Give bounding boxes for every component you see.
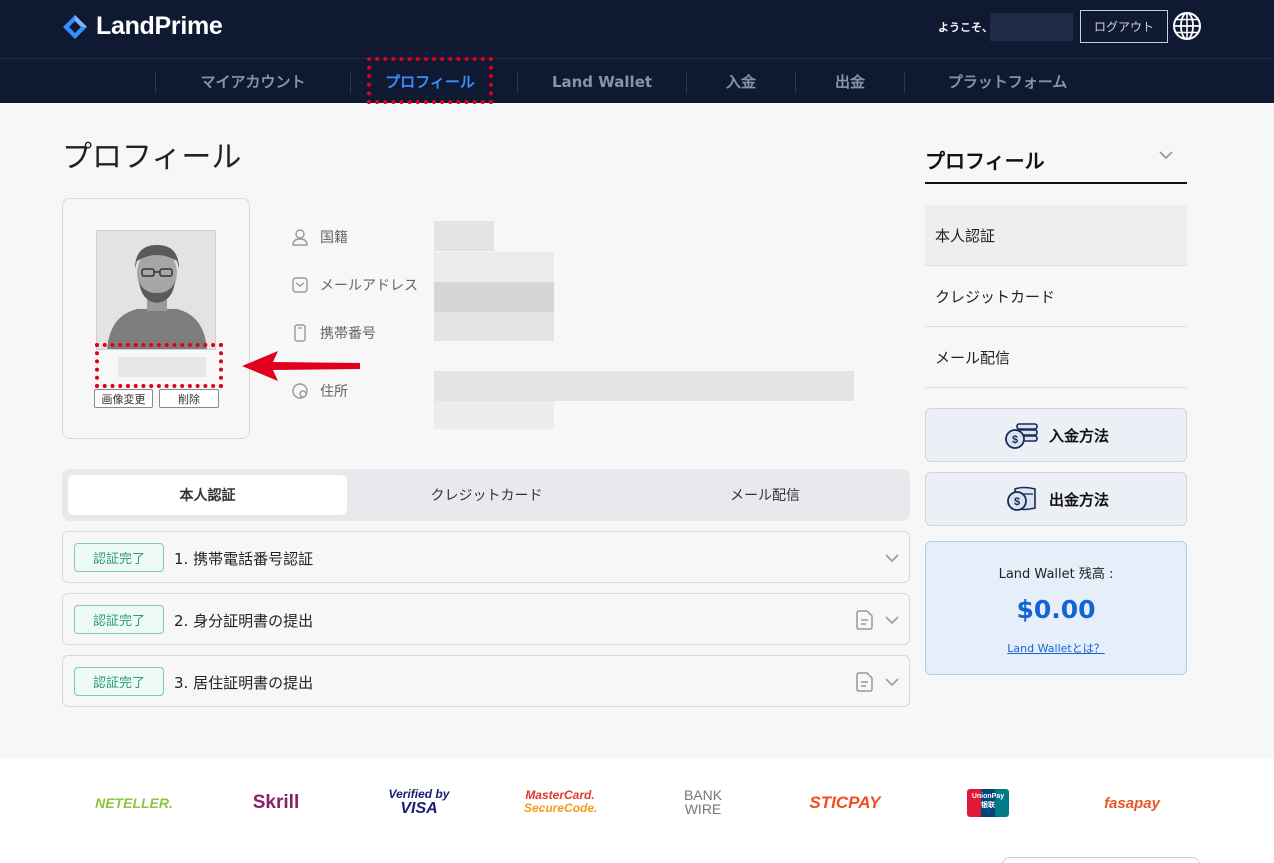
chevron-down-icon[interactable]: [884, 674, 900, 690]
sidebar-item-identity[interactable]: 本人認証: [925, 205, 1187, 266]
brand-logo[interactable]: LandPrime: [62, 12, 223, 41]
nav-platform[interactable]: プラットフォーム: [905, 59, 1110, 104]
person-icon: [292, 229, 308, 246]
bank-wire-logo: BANK WIRE: [676, 788, 730, 816]
wallet-coin-icon: $: [1007, 486, 1036, 511]
unionpay-logo: UnionPay 银联: [967, 789, 1009, 817]
sidebar-item-credit-card[interactable]: クレジットカード: [925, 266, 1187, 327]
sidebar-divider: [925, 182, 1187, 184]
email-row: メールアドレス: [290, 275, 418, 295]
neteller-logo: NETELLER.: [95, 795, 173, 811]
avatar: [96, 230, 216, 350]
nav-withdraw[interactable]: 出金: [796, 59, 904, 104]
securecode-text: SecureCode.: [524, 801, 598, 815]
verification-tabs: 本人認証 クレジットカード メール配信: [62, 469, 910, 521]
location-icon: [292, 383, 308, 399]
tab-mail-delivery[interactable]: メール配信: [626, 475, 904, 515]
top-header: LandPrime ようこそ、 ログアウト: [0, 0, 1274, 58]
unionpay-latin: UnionPay: [971, 793, 1005, 800]
deposit-method-label: 入金方法: [1048, 426, 1109, 445]
address-row: 住所: [290, 381, 348, 401]
skrill-logo: Skrill: [252, 792, 300, 813]
welcome-text: ようこそ、: [938, 21, 993, 34]
verified-by-visa-logo: Verified by VISA: [384, 788, 454, 817]
email-value-redacted: [434, 252, 554, 282]
mail-icon: [292, 277, 308, 293]
verification-row-phone[interactable]: 認証完了 1. 携帯電話番号認証: [62, 531, 910, 583]
person-silhouette-icon: [97, 231, 215, 349]
footer-payments: NETELLER. Skrill Verified by VISA Master…: [0, 758, 1274, 863]
email-label: メールアドレス: [320, 278, 418, 294]
mastercard-securecode-logo: MasterCard. SecureCode.: [524, 789, 598, 815]
email-value-redacted-2: [434, 282, 554, 312]
verification-label: 2. 身分証明書の提出: [174, 612, 314, 630]
logo-diamond-icon: [63, 14, 87, 39]
brand-name: LandPrime: [96, 12, 223, 40]
bank-text: BANK: [683, 787, 723, 803]
sticpay-logo: STICPAY: [809, 793, 881, 812]
status-badge: 認証完了: [74, 667, 164, 696]
svg-text:$: $: [1014, 496, 1020, 508]
nationality-value-redacted: [434, 221, 494, 251]
nav-land-wallet[interactable]: Land Wallet: [518, 59, 686, 104]
visa-text: VISA: [400, 800, 438, 817]
username-redacted: [990, 13, 1073, 41]
page-title: プロフィール: [62, 140, 242, 175]
unionpay-text: UnionPay 银联: [967, 792, 1009, 810]
sidebar-title: プロフィール: [925, 149, 1045, 173]
nav-deposit[interactable]: 入金: [687, 59, 795, 104]
deposit-method-button[interactable]: $ 入金方法: [925, 408, 1187, 462]
wallet-balance-card: Land Wallet 残高 : $0.00 Land Walletとは？: [925, 541, 1187, 675]
unionpay-chinese: 银联: [981, 802, 995, 809]
status-badge: 認証完了: [74, 543, 164, 572]
nav-my-account[interactable]: マイアカウント: [156, 59, 350, 104]
coins-icon: $: [1005, 423, 1038, 449]
wallet-balance-amount: $0.00: [1016, 595, 1096, 624]
verification-label: 3. 居住証明書の提出: [174, 674, 314, 692]
logout-button[interactable]: ログアウト: [1080, 10, 1168, 43]
nationality-label: 国籍: [320, 230, 348, 246]
document-icon[interactable]: [854, 609, 876, 631]
nav-profile[interactable]: プロフィール: [371, 59, 489, 104]
address-value-redacted-2: [434, 401, 554, 429]
tab-credit-card[interactable]: クレジットカード: [347, 475, 626, 515]
chevron-down-icon[interactable]: [1157, 146, 1175, 164]
phone-icon: [294, 324, 306, 342]
address-label: 住所: [320, 384, 348, 400]
document-icon[interactable]: [854, 671, 876, 693]
wire-text: WIRE: [684, 801, 722, 817]
verification-row-id[interactable]: 認証完了 2. 身分証明書の提出: [62, 593, 910, 645]
chevron-down-icon[interactable]: [884, 612, 900, 628]
fasapay-logo: fasapay: [1104, 794, 1160, 812]
phone-label: 携帯番号: [320, 326, 376, 342]
nationality-row: 国籍: [290, 227, 348, 247]
avatar-name-highlight-annotation: [95, 343, 223, 388]
nav-divider: [350, 71, 351, 93]
sidebar-item-mail[interactable]: メール配信: [925, 327, 1187, 388]
tab-identity[interactable]: 本人認証: [68, 475, 347, 515]
withdraw-method-label: 出金方法: [1048, 490, 1109, 509]
footer-widget-edge: [1002, 857, 1200, 863]
withdraw-method-button[interactable]: $ 出金方法: [925, 472, 1187, 526]
verification-row-residence[interactable]: 認証完了 3. 居住証明書の提出: [62, 655, 910, 707]
wallet-balance-label: Land Wallet 残高 :: [998, 567, 1114, 582]
globe-icon[interactable]: [1172, 11, 1202, 41]
phone-value-redacted: [434, 312, 554, 341]
change-image-button[interactable]: 画像変更: [94, 389, 153, 408]
avatar-card: [62, 198, 250, 439]
main-nav: マイアカウント プロフィール Land Wallet 入金 出金 プラットフォー…: [0, 58, 1274, 103]
verification-label: 1. 携帯電話番号認証: [174, 550, 314, 568]
chevron-down-icon[interactable]: [884, 550, 900, 566]
phone-row: 携帯番号: [290, 323, 376, 343]
svg-text:$: $: [1012, 434, 1018, 446]
delete-image-button[interactable]: 削除: [159, 389, 219, 408]
address-value-redacted: [434, 371, 854, 401]
wallet-info-link[interactable]: Land Walletとは？: [926, 640, 1186, 656]
status-badge: 認証完了: [74, 605, 164, 634]
red-arrow-annotation: [242, 351, 360, 381]
